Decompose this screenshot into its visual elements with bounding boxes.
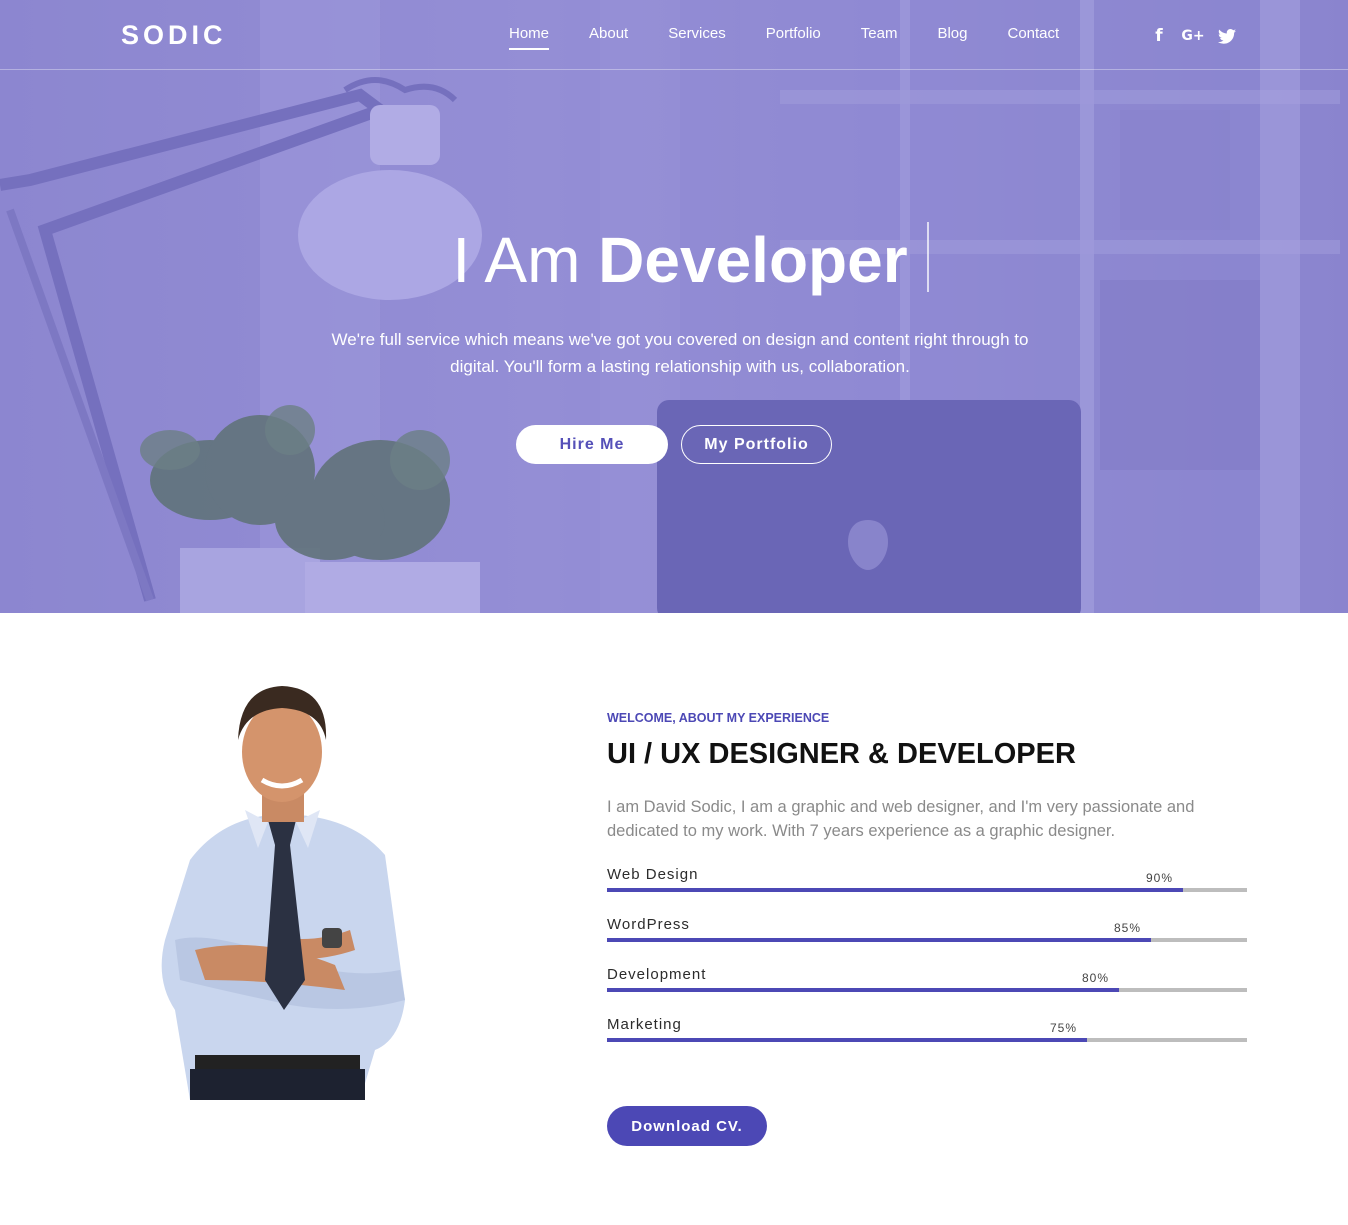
skill-progress-track (607, 988, 1247, 992)
nav-services[interactable]: Services (668, 25, 726, 48)
skill-name: WordPress (607, 916, 690, 933)
skill-percent: 85% (1113, 921, 1141, 935)
nav-team[interactable]: Team (861, 25, 898, 48)
top-navigation: SODIC Home About Services Portfolio Team… (0, 0, 1348, 70)
nav-contact[interactable]: Contact (1008, 25, 1060, 48)
skill-name: Development (607, 966, 707, 983)
skills-list: Web Design 90% WordPress 85% Development 80% M… (607, 863, 1247, 1063)
hero-title-prefix: I Am (452, 224, 581, 296)
about-title: UI / UX DESIGNER & DEVELOPER (607, 738, 1076, 770)
skill-progress-track (607, 888, 1247, 892)
hero-title: I Am Developer (0, 222, 1348, 298)
social-links: f G+ (1148, 26, 1238, 46)
profile-photo (161, 686, 405, 1100)
hero-background-image (0, 0, 1348, 613)
typing-cursor (927, 222, 929, 292)
twitter-icon[interactable] (1216, 26, 1238, 46)
skill-percent: 90% (1145, 871, 1173, 885)
hero-section: SODIC Home About Services Portfolio Team… (0, 0, 1348, 613)
skill-item: Development 80% (607, 963, 1247, 1013)
hero-subtitle: We're full service which means we've got… (331, 330, 1029, 376)
nav-home[interactable]: Home (509, 25, 550, 50)
skill-progress-track (607, 938, 1247, 942)
my-portfolio-button[interactable]: My Portfolio (681, 425, 832, 464)
skill-item: Marketing 75% (607, 1013, 1247, 1063)
download-cv-button[interactable]: Download CV. (607, 1106, 767, 1146)
skill-progress-fill (607, 1038, 1087, 1042)
skill-name: Marketing (607, 1016, 682, 1033)
site-logo[interactable]: SODIC (121, 20, 227, 51)
skill-progress-fill (607, 938, 1151, 942)
google-plus-icon[interactable]: G+ (1181, 26, 1204, 46)
skill-item: WordPress 85% (607, 913, 1247, 963)
hero-title-role: Developer (598, 224, 908, 296)
skill-progress-track (607, 1038, 1247, 1042)
about-description: I am David Sodic, I am a graphic and web… (607, 798, 1195, 840)
nav-about[interactable]: About (589, 25, 628, 48)
facebook-icon[interactable]: f (1148, 26, 1170, 46)
skill-progress-fill (607, 988, 1119, 992)
nav-blog[interactable]: Blog (937, 25, 967, 48)
skill-name: Web Design (607, 866, 699, 883)
hire-me-button[interactable]: Hire Me (516, 425, 668, 464)
skill-item: Web Design 90% (607, 863, 1247, 913)
main-menu: Home About Services Portfolio Team Blog … (509, 25, 1099, 50)
skill-progress-fill (607, 888, 1183, 892)
skill-percent: 75% (1049, 1021, 1077, 1035)
nav-portfolio[interactable]: Portfolio (766, 25, 821, 48)
about-eyebrow: WELCOME, ABOUT MY EXPERIENCE (607, 711, 830, 725)
skill-percent: 80% (1081, 971, 1109, 985)
